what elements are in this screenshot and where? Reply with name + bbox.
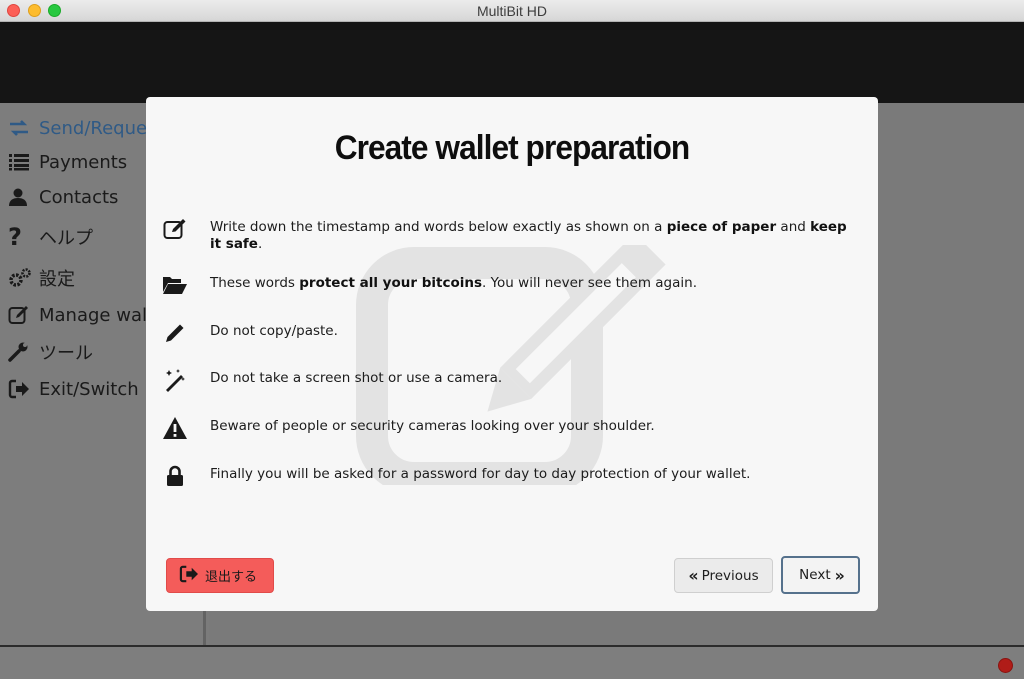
instruction-text: Do not take a screen shot or use a camer… [210, 370, 503, 386]
sign-out-icon [179, 565, 199, 587]
connection-status-indicator [998, 658, 1013, 673]
sidebar-item-label: ツール [39, 343, 93, 364]
sidebar-item-label: Exit/Switch [39, 378, 139, 400]
sidebar-item-send-request[interactable]: Send/Request [8, 115, 164, 141]
sidebar-item-label: ヘルプ [39, 228, 93, 249]
question-icon: ? [8, 223, 22, 251]
instruction-text: Finally you will be asked for a password… [210, 466, 751, 482]
instruction-row: Do not take a screen shot or use a camer… [162, 367, 852, 393]
sidebar-item-label: 設定 [39, 269, 75, 290]
window-title: MultiBit HD [476, 3, 547, 19]
exit-button-label: 退出する [205, 570, 258, 585]
sidebar-item-label: Contacts [39, 186, 119, 208]
sidebar-item-payments[interactable]: Payments [8, 149, 127, 175]
pencil-icon [162, 320, 188, 346]
edit-icon [8, 304, 32, 326]
wrench-icon [8, 341, 32, 363]
sidebar-item-label: Payments [39, 151, 128, 173]
sidebar-item-settings[interactable]: 設定 [8, 265, 75, 291]
next-button[interactable]: Next ›› [781, 556, 860, 594]
previous-button-label: Previous [701, 567, 759, 584]
list-icon [8, 151, 32, 173]
instruction-text: These words protect all your bitcoins. Y… [210, 275, 697, 291]
sidebar-item-label: Send/Request [39, 117, 164, 139]
sidebar-item-help[interactable]: ? ヘルプ [8, 223, 93, 251]
instruction-text: Write down the timestamp and words below… [210, 219, 847, 252]
instruction-row: Write down the timestamp and words below… [162, 219, 852, 253]
instruction-text: Do not copy/paste. [210, 323, 338, 339]
edit-icon [162, 216, 188, 242]
status-bar [0, 645, 1024, 679]
exit-button[interactable]: 退出する [166, 558, 274, 593]
sign-out-icon [8, 378, 32, 400]
double-chevron-right-icon: ›› [834, 565, 845, 585]
sidebar-item-contacts[interactable]: Contacts [8, 184, 118, 210]
header-balance-area [0, 22, 1024, 103]
next-button-label: Next [799, 567, 831, 583]
magic-wand-icon [162, 367, 188, 393]
double-chevron-left-icon: ‹‹ [688, 566, 698, 585]
dialog-title: Create wallet preparation [334, 129, 690, 167]
create-wallet-preparation-dialog: Create wallet preparation Write down the… [146, 97, 878, 611]
title-bar: MultiBit HD [0, 0, 1024, 22]
instruction-row: These words protect all your bitcoins. Y… [162, 275, 852, 298]
instruction-row: Do not copy/paste. [162, 323, 852, 346]
arrows-exchange-icon [8, 117, 32, 139]
sidebar-item-tools[interactable]: ツール [8, 339, 93, 365]
warning-icon [162, 415, 188, 441]
instruction-row: Finally you will be asked for a password… [162, 463, 852, 489]
gears-icon [8, 267, 32, 289]
user-icon [8, 186, 32, 208]
lock-icon [162, 463, 188, 489]
instruction-text: Beware of people or security cameras loo… [210, 418, 655, 434]
previous-button[interactable]: ‹‹ Previous [674, 558, 773, 593]
folder-open-icon [162, 272, 188, 298]
sidebar-item-exit-switch[interactable]: Exit/Switch [8, 376, 139, 402]
instruction-row: Beware of people or security cameras loo… [162, 415, 852, 441]
